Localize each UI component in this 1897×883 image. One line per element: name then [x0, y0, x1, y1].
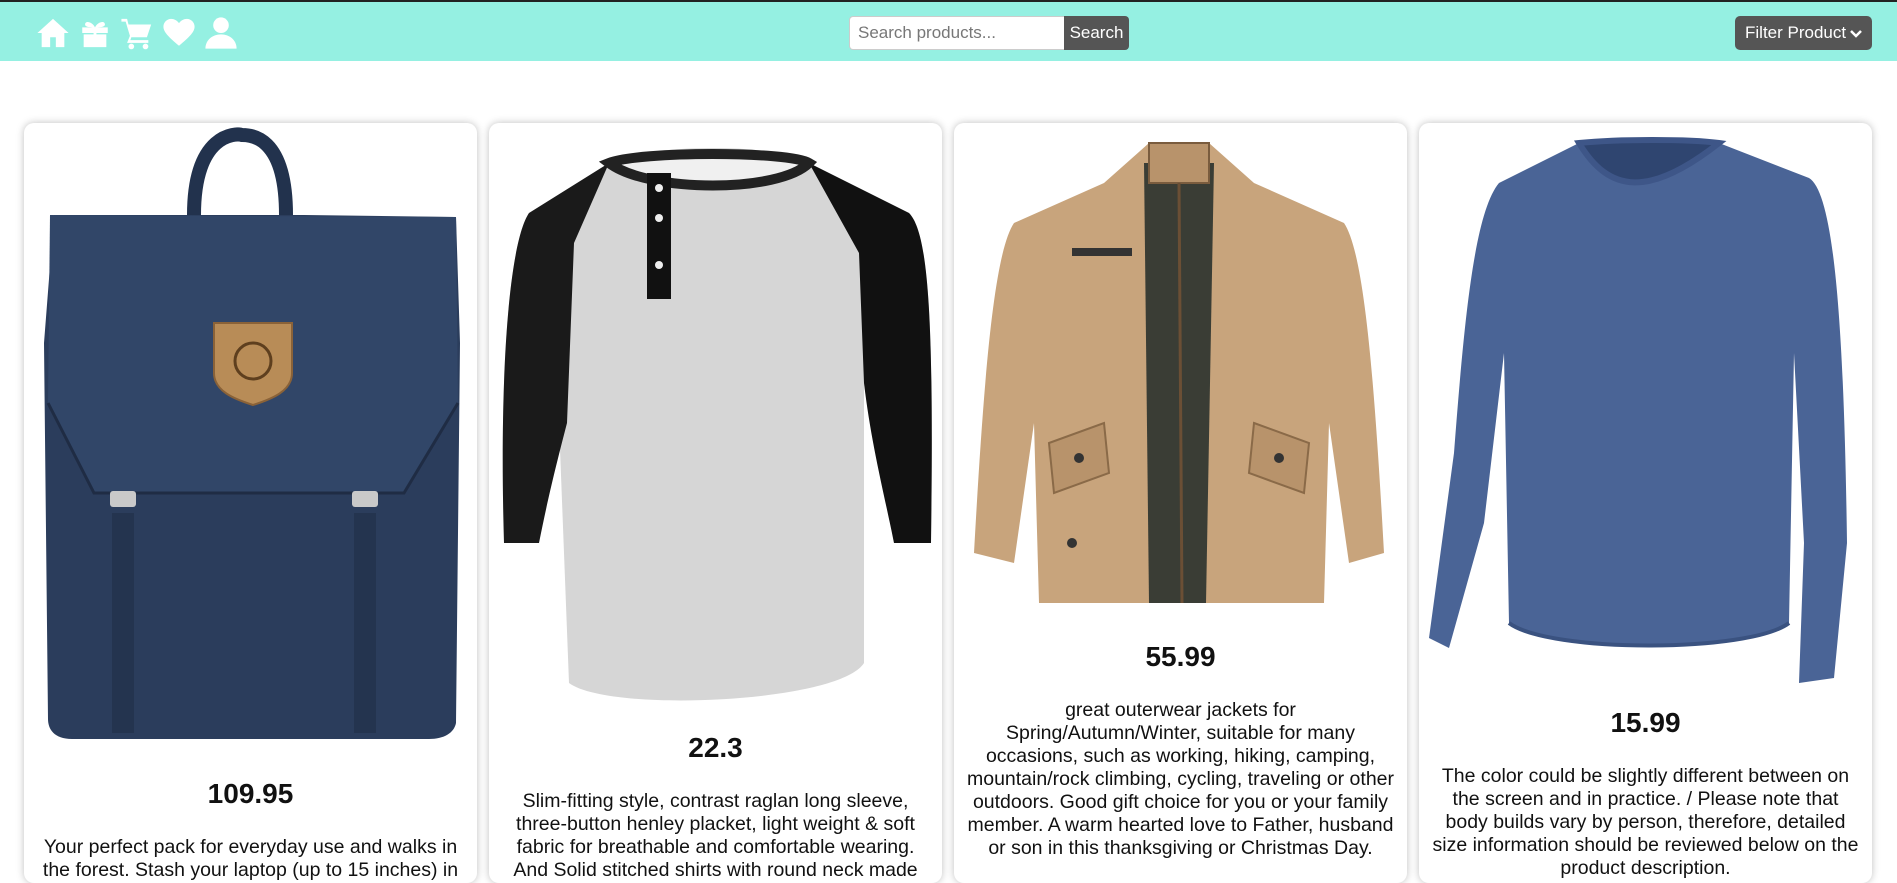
product-price: 55.99: [1145, 641, 1216, 672]
product-card[interactable]: 15.99 The color could be slightly differ…: [1419, 123, 1872, 883]
home-icon[interactable]: [36, 16, 70, 50]
chevron-down-icon: [1849, 25, 1863, 39]
product-grid: 109.95 Your perfect pack for everyday us…: [24, 123, 1874, 883]
long-sleeve-tshirt-image: [1419, 123, 1872, 683]
search-input[interactable]: [849, 16, 1064, 50]
product-price: 15.99: [1610, 707, 1681, 738]
filter-selected-label: Filter Product: [1745, 23, 1847, 42]
product-price: 109.95: [207, 778, 294, 809]
henley-shirt-image: [489, 123, 942, 713]
search-bar: Search: [849, 16, 1129, 50]
cart-icon[interactable]: [120, 16, 154, 50]
backpack-image: [24, 123, 477, 763]
product-description: The color could be slightly different be…: [1432, 765, 1859, 879]
product-description: Slim-fitting style, contrast raglan long…: [513, 790, 918, 881]
jacket-image: [954, 123, 1407, 623]
product-description: Your perfect pack for everyday use and w…: [42, 836, 459, 881]
gift-icon[interactable]: [78, 16, 112, 50]
search-button[interactable]: Search: [1064, 16, 1129, 50]
nav-icon-group: [36, 16, 238, 50]
product-price: 22.3: [688, 732, 743, 763]
top-navbar: Search Filter Product: [0, 0, 1897, 61]
user-icon[interactable]: [204, 16, 238, 50]
product-card[interactable]: 22.3 Slim-fitting style, contrast raglan…: [489, 123, 942, 883]
product-card[interactable]: 109.95 Your perfect pack for everyday us…: [24, 123, 477, 883]
filter-product-select[interactable]: Filter Product: [1735, 16, 1872, 50]
product-card[interactable]: 55.99 great outerwear jackets for Spring…: [954, 123, 1407, 883]
heart-icon[interactable]: [162, 16, 196, 50]
product-description: great outerwear jackets for Spring/Autum…: [966, 699, 1395, 859]
